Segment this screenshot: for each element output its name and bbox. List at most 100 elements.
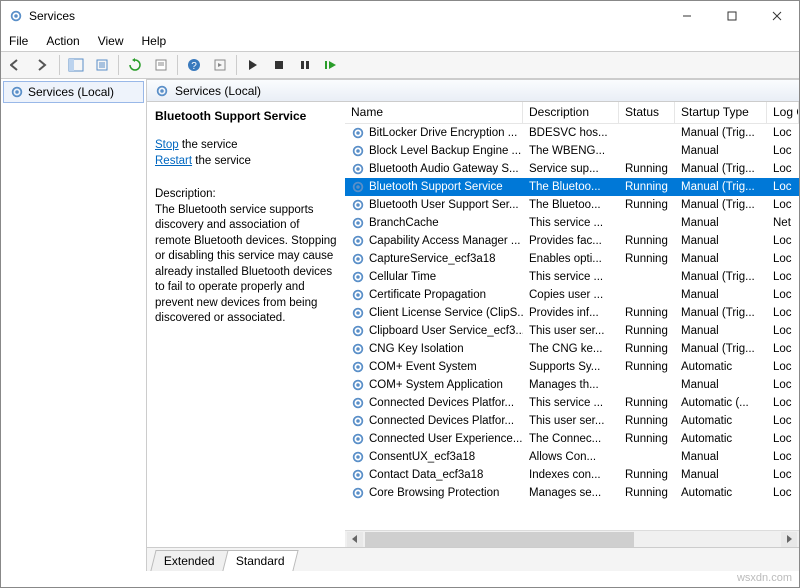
service-desc-cell: Manages th... (523, 379, 619, 391)
service-details-panel: Bluetooth Support Service Stop the servi… (147, 102, 345, 547)
scroll-thumb[interactable] (365, 532, 634, 547)
service-logon-cell: Loc (767, 199, 799, 211)
service-name-cell: Certificate Propagation (369, 289, 486, 301)
minimize-button[interactable] (664, 1, 709, 31)
gear-icon (351, 378, 365, 392)
app-icon (9, 9, 23, 23)
service-name-cell: COM+ System Application (369, 379, 503, 391)
menu-file[interactable]: File (9, 34, 28, 48)
stop-service-link[interactable]: Stop (155, 139, 179, 151)
service-row[interactable]: Connected User Experience...The Connec..… (345, 430, 799, 448)
refresh-button[interactable] (123, 54, 147, 76)
export-list-button[interactable] (90, 54, 114, 76)
service-row[interactable]: CaptureService_ecf3a18Enables opti...Run… (345, 250, 799, 268)
restart-service-link[interactable]: Restart (155, 155, 192, 167)
service-name-cell: Client License Service (ClipS... (369, 307, 523, 319)
service-startup-cell: Manual (Trig... (675, 199, 767, 211)
menu-view[interactable]: View (98, 34, 124, 48)
service-row[interactable]: Capability Access Manager ...Provides fa… (345, 232, 799, 250)
service-row[interactable]: Connected Devices Platfor...This user se… (345, 412, 799, 430)
service-row[interactable]: COM+ Event SystemSupports Sy...RunningAu… (345, 358, 799, 376)
col-status[interactable]: Status (619, 102, 675, 123)
col-logon[interactable]: Log On As (767, 102, 799, 123)
gear-icon (351, 468, 365, 482)
service-name-cell: Bluetooth Audio Gateway S... (369, 163, 519, 175)
service-row[interactable]: Connected Devices Platfor...This service… (345, 394, 799, 412)
service-startup-cell: Automatic (... (675, 397, 767, 409)
service-startup-cell: Automatic (675, 487, 767, 499)
gear-icon (351, 342, 365, 356)
restart-service-button[interactable] (319, 54, 343, 76)
service-desc-cell: This user ser... (523, 325, 619, 337)
scroll-track[interactable] (365, 532, 779, 547)
show-hide-tree-button[interactable] (64, 54, 88, 76)
service-desc-cell: Indexes con... (523, 469, 619, 481)
gear-icon (351, 198, 365, 212)
service-row[interactable]: BitLocker Drive Encryption ...BDESVC hos… (345, 124, 799, 142)
pause-service-button[interactable] (293, 54, 317, 76)
menu-action[interactable]: Action (46, 34, 79, 48)
service-row[interactable]: Bluetooth Support ServiceThe Bluetoo...R… (345, 178, 799, 196)
scroll-left-button[interactable] (347, 532, 363, 547)
service-row[interactable]: Contact Data_ecf3a18Indexes con...Runnin… (345, 466, 799, 484)
start-service-button[interactable] (241, 54, 265, 76)
service-startup-cell: Manual (675, 235, 767, 247)
service-logon-cell: Loc (767, 415, 799, 427)
service-startup-cell: Manual (675, 379, 767, 391)
service-list[interactable]: BitLocker Drive Encryption ...BDESVC hos… (345, 124, 799, 530)
service-logon-cell: Loc (767, 451, 799, 463)
scroll-right-button[interactable] (781, 532, 797, 547)
service-row[interactable]: Bluetooth Audio Gateway S...Service sup.… (345, 160, 799, 178)
service-desc-cell: This service ... (523, 271, 619, 283)
service-name-cell: Connected Devices Platfor... (369, 415, 514, 427)
help-button[interactable]: ? (182, 54, 206, 76)
forward-button[interactable] (31, 54, 55, 76)
service-row[interactable]: Client License Service (ClipS...Provides… (345, 304, 799, 322)
gear-icon (351, 162, 365, 176)
tree-root-label: Services (Local) (28, 85, 114, 99)
service-row[interactable]: Block Level Backup Engine ...The WBENG..… (345, 142, 799, 160)
service-desc-cell: The Bluetoo... (523, 199, 619, 211)
menu-help[interactable]: Help (142, 34, 167, 48)
service-status-cell: Running (619, 415, 675, 427)
col-description[interactable]: Description (523, 102, 619, 123)
service-row[interactable]: BranchCacheThis service ...ManualNet (345, 214, 799, 232)
service-row[interactable]: CNG Key IsolationThe CNG ke...RunningMan… (345, 340, 799, 358)
service-name-cell: Core Browsing Protection (369, 487, 499, 499)
tab-extended[interactable]: Extended (150, 550, 228, 571)
maximize-button[interactable] (709, 1, 754, 31)
service-desc-cell: Enables opti... (523, 253, 619, 265)
service-status-cell: Running (619, 307, 675, 319)
horizontal-scrollbar[interactable] (345, 530, 799, 547)
stop-service-button[interactable] (267, 54, 291, 76)
service-row[interactable]: Bluetooth User Support Ser... The Bluetoo… (345, 196, 799, 214)
gear-icon (351, 144, 365, 158)
service-startup-cell: Automatic (675, 361, 767, 373)
service-logon-cell: Loc (767, 487, 799, 499)
gear-icon (351, 414, 365, 428)
service-row[interactable]: Cellular TimeThis service ...Manual (Tri… (345, 268, 799, 286)
gear-icon (351, 180, 365, 194)
service-row[interactable]: ConsentUX_ecf3a18Allows Con...ManualLoc (345, 448, 799, 466)
service-row[interactable]: Certificate PropagationCopies user ...Ma… (345, 286, 799, 304)
service-desc-cell: The WBENG... (523, 145, 619, 157)
service-status-cell: Running (619, 361, 675, 373)
tree-root-services-local[interactable]: Services (Local) (3, 81, 144, 103)
service-startup-cell: Manual (Trig... (675, 163, 767, 175)
action-button[interactable] (208, 54, 232, 76)
col-startup[interactable]: Startup Type (675, 102, 767, 123)
service-status-cell: Running (619, 163, 675, 175)
service-name-cell: Bluetooth User Support Ser... (369, 199, 519, 211)
properties-button[interactable] (149, 54, 173, 76)
service-startup-cell: Manual (675, 451, 767, 463)
service-row[interactable]: Clipboard User Service_ecf3...This user … (345, 322, 799, 340)
back-button[interactable] (5, 54, 29, 76)
menubar: File Action View Help (1, 31, 799, 51)
col-name[interactable]: Name (345, 102, 523, 123)
close-button[interactable] (754, 1, 799, 31)
gear-icon (351, 270, 365, 284)
service-row[interactable]: Core Browsing ProtectionManages se...Run… (345, 484, 799, 502)
service-startup-cell: Automatic (675, 433, 767, 445)
service-row[interactable]: COM+ System Application Manages th... Manu… (345, 376, 799, 394)
tab-standard[interactable]: Standard (222, 550, 298, 571)
